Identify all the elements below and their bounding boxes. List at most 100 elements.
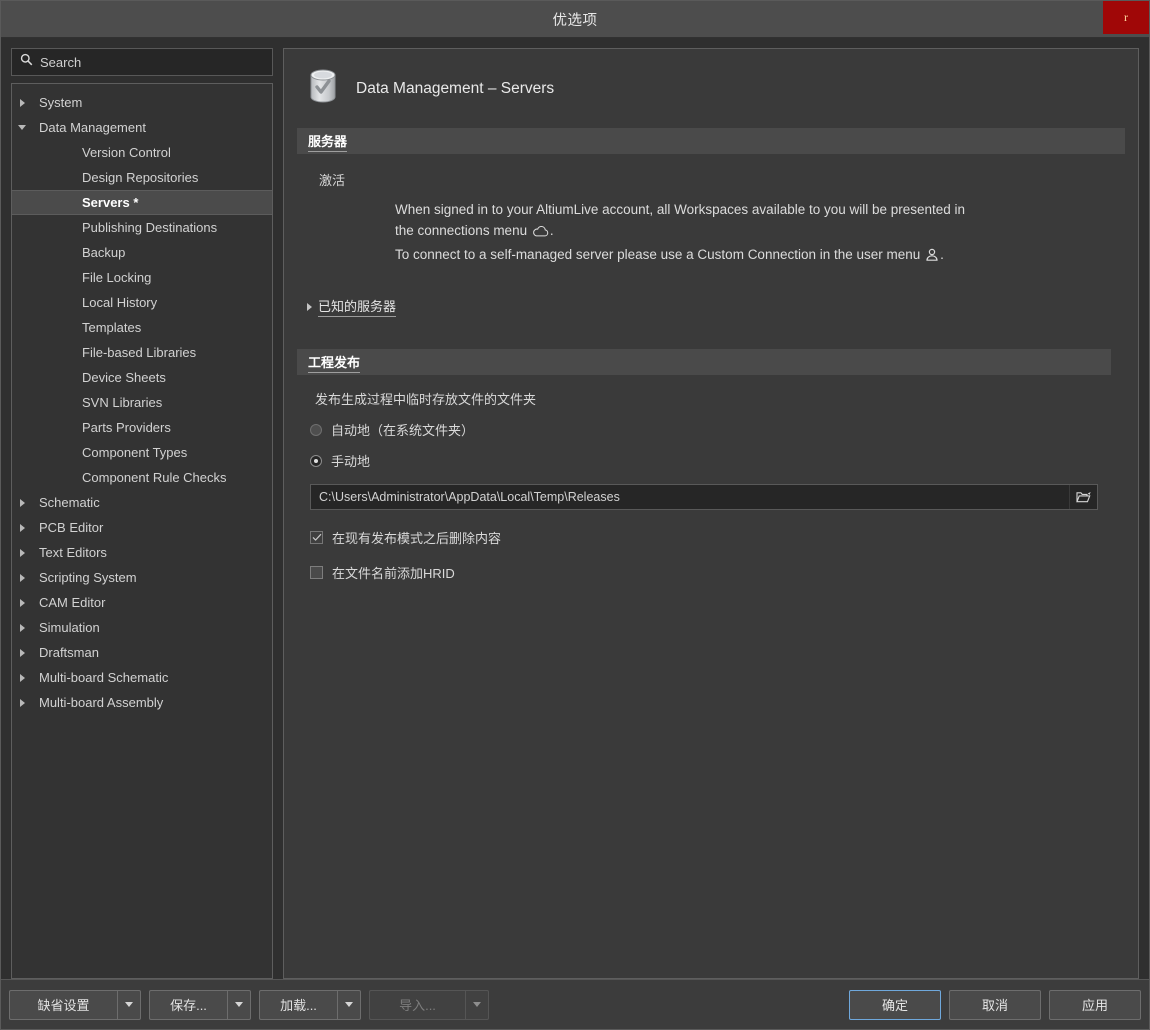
sidebar-item-label: Templates [82,320,142,335]
sidebar-item-backup[interactable]: Backup [12,240,272,265]
sidebar-item-parts-providers[interactable]: Parts Providers [12,415,272,440]
sidebar-item-version-control[interactable]: Version Control [12,140,272,165]
cloud-icon [532,223,549,244]
preferences-tree[interactable]: System Data Management Version Control Desi… [11,83,273,979]
sidebar-item-svn-libraries[interactable]: SVN Libraries [12,390,272,415]
default-settings-label[interactable]: 缺省设置 [9,989,117,1020]
load-dropdown-arrow[interactable] [337,989,361,1020]
sidebar-item-component-rule-checks[interactable]: Component Rule Checks [12,465,272,490]
close-button[interactable]: r [1103,1,1149,34]
sidebar-item-device-sheets[interactable]: Device Sheets [12,365,272,390]
sidebar-item-label: PCB Editor [39,520,104,535]
chevron-right-icon[interactable] [12,648,32,657]
sidebar-item-label: CAM Editor [39,595,106,610]
known-servers-toggle[interactable]: 已知的服务器 [297,268,1125,317]
sidebar-item-label: Component Types [82,445,188,460]
sidebar-item-servers[interactable]: Servers * [12,190,272,215]
import-button: 导入... [369,989,489,1020]
page-header: Data Management – Servers [284,49,1138,128]
release-path-input[interactable] [311,490,1069,504]
ok-button[interactable]: 确定 [849,989,941,1020]
releases-section-body: 发布生成过程中临时存放文件的文件夹 自动地（在系统文件夹） 手动地 C:\Use… [284,375,1138,582]
import-label: 导入... [369,989,465,1020]
cancel-button[interactable]: 取消 [949,989,1041,1020]
delete-after-release-row[interactable]: 在现有发布模式之后删除内容 [297,528,1125,547]
sidebar-item-label: Servers * [82,195,139,210]
sidebar-item-label: File-based Libraries [82,345,197,360]
sidebar-item-draftsman[interactable]: Draftsman [12,640,272,665]
sidebar-item-label: SVN Libraries [82,395,163,410]
default-settings-dropdown-arrow[interactable] [117,989,141,1020]
radio-manual-row[interactable]: 手动地 [297,451,1125,470]
chevron-down-icon[interactable] [12,125,32,130]
chevron-right-icon[interactable] [12,623,32,632]
sidebar-item-label: Multi-board Assembly [39,695,164,710]
radio-auto-row[interactable]: 自动地（在系统文件夹） [297,420,1125,439]
sidebar: System Data Management Version Control Desi… [11,48,273,979]
footer-bar: 缺省设置 保存... 加载... 导入... 确定 取消 应用 [1,979,1149,1029]
releases-section-title: 工程发布 [308,352,361,373]
search-input[interactable] [40,54,264,70]
sidebar-item-file-based-libraries[interactable]: File-based Libraries [12,340,272,365]
load-label[interactable]: 加载... [259,989,337,1020]
chevron-right-icon[interactable] [12,523,32,532]
search-box[interactable] [11,48,273,76]
sidebar-item-label: Local History [82,295,158,310]
sidebar-item-system[interactable]: System [12,90,272,115]
sidebar-item-multi-board-schematic[interactable]: Multi-board Schematic [12,665,272,690]
chevron-right-icon[interactable] [12,673,32,682]
sidebar-item-component-types[interactable]: Component Types [12,440,272,465]
default-settings-button[interactable]: 缺省设置 [9,989,141,1020]
sidebar-item-schematic[interactable]: Schematic [12,490,272,515]
sidebar-item-simulation[interactable]: Simulation [12,615,272,640]
release-path-row[interactable] [310,484,1098,510]
sidebar-item-label: Component Rule Checks [82,470,227,485]
main-panel: Data Management – Servers 服务器 激活 When si… [283,48,1139,979]
import-dropdown-arrow[interactable] [465,989,489,1020]
title-bar: 优选项 r [1,1,1149,38]
chevron-right-icon[interactable] [12,498,32,507]
page-title: Data Management – Servers [356,79,555,97]
sidebar-item-templates[interactable]: Templates [12,315,272,340]
radio-auto[interactable] [310,423,322,436]
apply-button[interactable]: 应用 [1049,989,1141,1020]
sidebar-item-pcb-editor[interactable]: PCB Editor [12,515,272,540]
sidebar-item-cam-editor[interactable]: CAM Editor [12,590,272,615]
save-button[interactable]: 保存... [149,989,251,1020]
description-line-3-post: . [940,247,944,262]
chevron-right-icon [307,302,312,311]
sidebar-item-label: Simulation [39,620,100,635]
delete-after-release-checkbox[interactable] [310,531,323,544]
servers-section-body: 激活 When signed in to your AltiumLive acc… [284,154,1138,317]
sidebar-item-label: Draftsman [39,645,99,660]
sidebar-item-multi-board-assembly[interactable]: Multi-board Assembly [12,690,272,715]
activate-label: 激活 [319,173,346,188]
radio-manual-label: 手动地 [331,454,371,469]
chevron-right-icon[interactable] [12,98,32,107]
add-hrid-checkbox[interactable] [310,566,323,579]
chevron-right-icon[interactable] [12,598,32,607]
sidebar-item-label: Data Management [39,120,146,135]
save-dropdown-arrow[interactable] [227,989,251,1020]
database-check-icon [306,67,340,110]
sidebar-item-design-repositories[interactable]: Design Repositories [12,165,272,190]
sidebar-item-scripting-system[interactable]: Scripting System [12,565,272,590]
add-hrid-row[interactable]: 在文件名前添加HRID [297,563,1125,582]
sidebar-item-label: Text Editors [39,545,107,560]
sidebar-item-local-history[interactable]: Local History [12,290,272,315]
load-button[interactable]: 加载... [259,989,361,1020]
servers-section-title: 服务器 [308,131,348,152]
chevron-right-icon[interactable] [12,698,32,707]
folder-open-icon[interactable] [1069,485,1097,509]
radio-manual[interactable] [310,454,322,467]
sidebar-item-file-locking[interactable]: File Locking [12,265,272,290]
preferences-dialog: 优选项 r System Data Management Version Contr… [0,0,1150,1030]
sidebar-item-label: Parts Providers [82,420,171,435]
chevron-right-icon[interactable] [12,548,32,557]
save-label[interactable]: 保存... [149,989,227,1020]
sidebar-item-publishing-destinations[interactable]: Publishing Destinations [12,215,272,240]
chevron-right-icon[interactable] [12,573,32,582]
search-icon [20,53,33,71]
sidebar-item-text-editors[interactable]: Text Editors [12,540,272,565]
sidebar-item-data-management[interactable]: Data Management [12,115,272,140]
